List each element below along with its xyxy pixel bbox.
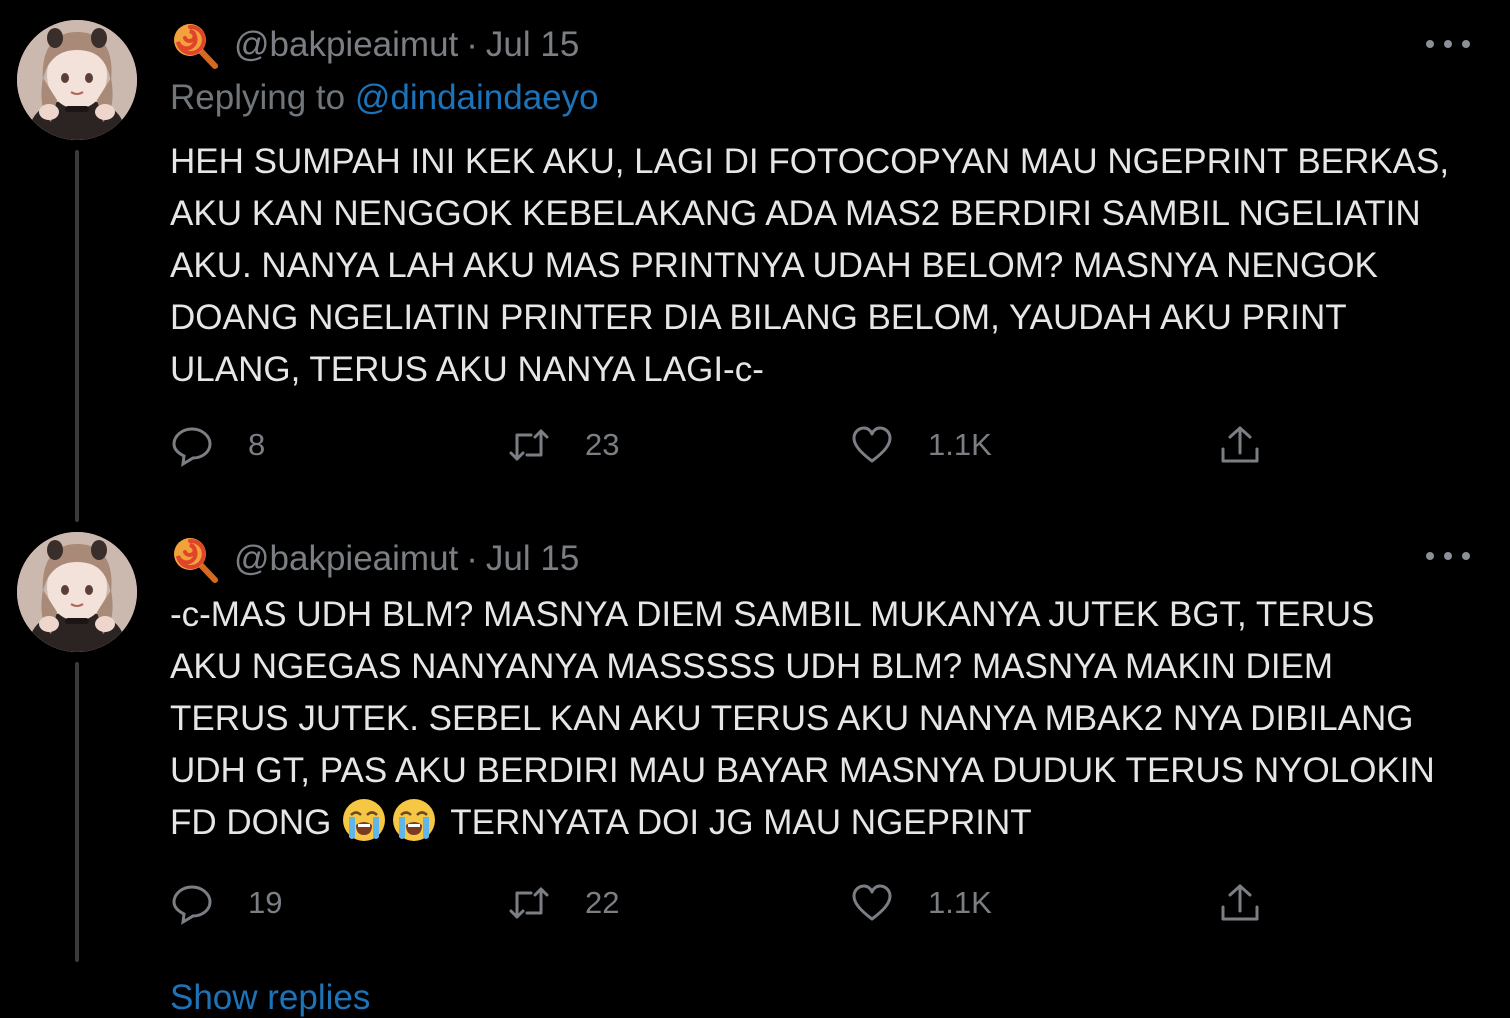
tweet-date[interactable]: Jul 15: [486, 539, 579, 579]
show-replies-link[interactable]: Show replies: [170, 978, 370, 1018]
replying-to: Replying to @dindaindaeyo: [170, 78, 599, 118]
loudly-crying-face-emoji: [391, 797, 437, 843]
loudly-crying-face-emoji: [341, 797, 387, 843]
tweet-text-line: -c-MAS UDH BLM? MASNYA DIEM SAMBIL MUKAN…: [170, 595, 1375, 634]
tweet-text-line-last: FD DONG TERNYATA DOI JG MAU NGEPRINT: [170, 797, 1480, 849]
tweet-text-line: AKU KAN NENGGOK KEBELAKANG ADA MAS2 BERD…: [170, 194, 1421, 233]
tweet-header: @bakpieaimut · Jul 15: [170, 20, 579, 70]
avatar[interactable]: [17, 20, 137, 140]
reply-icon: [172, 885, 212, 925]
tweet-text: -c-MAS UDH BLM? MASNYA DIEM SAMBIL MUKAN…: [170, 589, 1480, 849]
tweet-text-line: TERUS JUTEK. SEBEL KAN AKU TERUS AKU NAN…: [170, 699, 1414, 738]
replying-mention-link[interactable]: @dindaindaeyo: [355, 78, 599, 117]
header-separator: ·: [466, 539, 478, 578]
tweet-text-fragment: FD DONG: [170, 803, 332, 842]
tweet-date[interactable]: Jul 15: [486, 25, 579, 65]
tweet-text-line: AKU NGEGAS NANYANYA MASSSSS UDH BLM? MAS…: [170, 647, 1334, 686]
share-icon: [1221, 884, 1259, 921]
tweet-text: HEH SUMPAH INI KEK AKU, LAGI DI FOTOCOPY…: [170, 136, 1480, 396]
reply-count: 19: [248, 885, 283, 920]
avatar-image: [17, 532, 137, 652]
tweet-text-line: HEH SUMPAH INI KEK AKU, LAGI DI FOTOCOPY…: [170, 142, 1450, 181]
replying-label: Replying to: [170, 78, 346, 117]
lollipop-icon: [170, 20, 220, 70]
reply-button[interactable]: 8: [170, 420, 265, 470]
retweet-button[interactable]: 23: [507, 420, 619, 470]
like-button[interactable]: 1.1K: [850, 878, 992, 928]
tweet-text-line: ULANG, TERUS AKU NANYA LAGI-c-: [170, 350, 764, 389]
tweet-actions: 19 22 1.1K: [170, 878, 1270, 928]
retweet-count: 22: [585, 885, 620, 920]
tweet-text-line: AKU. NANYA LAH AKU MAS PRINTNYA UDAH BEL…: [170, 246, 1378, 285]
user-handle[interactable]: @bakpieaimut: [234, 539, 458, 579]
reply-count: 8: [248, 427, 266, 462]
like-icon: [852, 884, 892, 921]
tweet-text-line: UDH GT, PAS AKU BERDIRI MAU BAYAR MASNYA…: [170, 751, 1435, 790]
reply-button[interactable]: 19: [170, 878, 282, 928]
more-icon[interactable]: [1426, 546, 1470, 566]
more-icon[interactable]: [1426, 34, 1470, 54]
tweet[interactable]: @bakpieaimut · Jul 15 -c-MAS UDH BLM? MA…: [0, 512, 1510, 982]
like-icon: [852, 426, 892, 463]
tweet-text-fragment: TERNYATA DOI JG MAU NGEPRINT: [450, 803, 1032, 842]
retweet-button[interactable]: 22: [507, 878, 619, 928]
header-separator: ·: [466, 25, 478, 64]
share-button[interactable]: [1218, 420, 1262, 470]
tweet[interactable]: @bakpieaimut · Jul 15 Replying to @dinda…: [0, 0, 1510, 520]
tweet-actions: 8 23 1.1K: [170, 420, 1270, 470]
retweet-icon: [509, 429, 549, 461]
share-button[interactable]: [1218, 878, 1262, 928]
share-icon: [1221, 426, 1259, 463]
reply-icon: [172, 427, 212, 467]
like-count: 1.1K: [928, 427, 992, 462]
user-handle[interactable]: @bakpieaimut: [234, 25, 458, 65]
like-button[interactable]: 1.1K: [850, 420, 992, 470]
tweet-text-line: DOANG NGELIATIN PRINTER DIA BILANG BELOM…: [170, 298, 1347, 337]
lollipop-icon: [170, 534, 220, 584]
tweet-header: @bakpieaimut · Jul 15: [170, 534, 579, 584]
like-count: 1.1K: [928, 885, 992, 920]
avatar-image: [17, 20, 137, 140]
retweet-icon: [509, 887, 549, 919]
avatar[interactable]: [17, 532, 137, 652]
retweet-count: 23: [585, 427, 620, 462]
